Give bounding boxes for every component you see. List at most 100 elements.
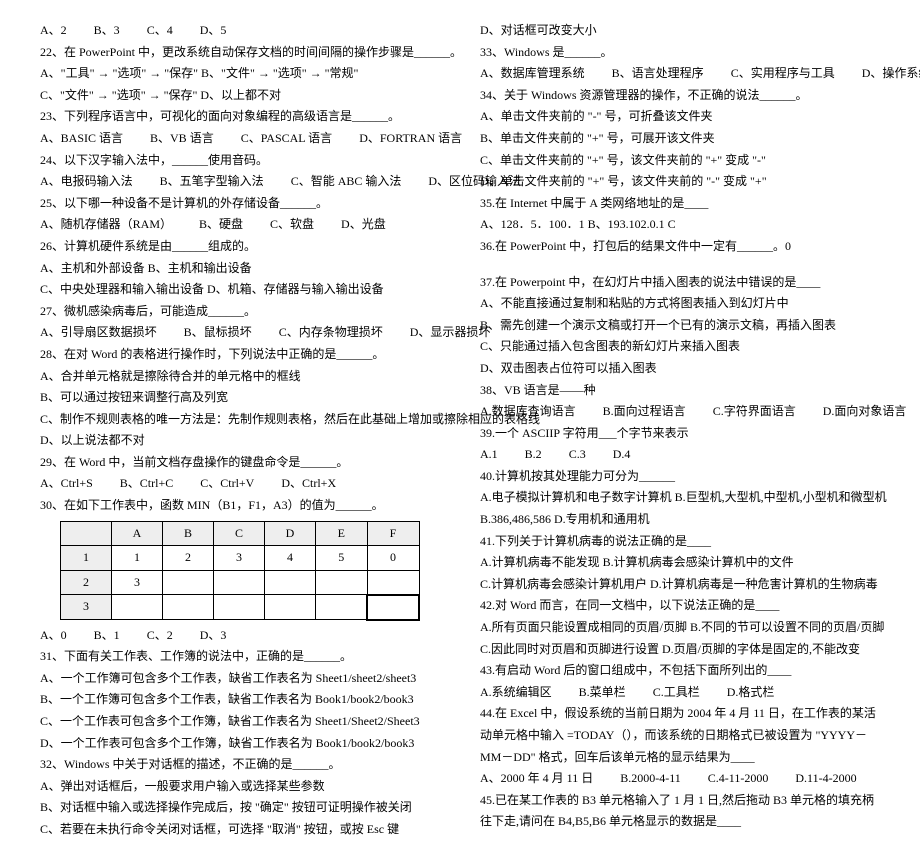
opt: B、3 (94, 20, 120, 42)
col-header: C (214, 521, 265, 546)
opt: C.字符界面语言 (713, 401, 796, 423)
opt: D、Ctrl+X (281, 473, 336, 495)
opt: A、2 (40, 20, 67, 42)
q37-b: B、需先创建一个演示文稿或打开一个已有的演示文稿，再插入图表 (480, 315, 880, 337)
cell (214, 595, 265, 620)
q29: 29、在 Word 中，当前文档存盘操作的键盘命令是______。 (40, 452, 440, 474)
q37: 37.在 Powerpoint 中，在幻灯片中插入图表的说法中错误的是____ (480, 272, 880, 294)
q24: 24、以下汉字输入法中，______使用音码。 (40, 150, 440, 172)
opt: B、Ctrl+C (120, 473, 173, 495)
opt: A、随机存储器（RAM） (40, 214, 172, 236)
cell (316, 595, 368, 620)
col-header: E (316, 521, 368, 546)
q35-a: A、128．5．100．1 B、193.102.0.1 C (480, 214, 880, 236)
cell (214, 570, 265, 595)
opt: B.2 (525, 444, 542, 466)
q35: 35.在 Internet 中属于 A 类网络地址的是____ (480, 193, 880, 215)
cell (163, 595, 214, 620)
opt: D、操作系统 (862, 63, 920, 85)
opt: C、2 (147, 625, 173, 647)
opt: D.面向对象语言 (823, 401, 907, 423)
opt: B.面向过程语言 (603, 401, 686, 423)
q26-cd: C、中央处理器和输入输出设备 D、机箱、存储器与输入输出设备 (40, 279, 440, 301)
q32-c: C、若要在未执行命令关闭对话框，可选择 "取消" 按钮，或按 Esc 键 (40, 819, 440, 841)
cell (163, 570, 214, 595)
opt: B、语言处理程序 (612, 63, 704, 85)
opt: C、PASCAL 语言 (241, 128, 332, 150)
q21-options: A、2 B、3 C、4 D、5 (40, 20, 440, 42)
q42: 42.对 Word 而言，在同一文档中，以下说法正确的是____ (480, 595, 880, 617)
q40-cd: B.386,486,586 D.专用机和通用机 (480, 509, 880, 531)
opt: A、引导扇区数据损坏 (40, 322, 157, 344)
q34-c: C、单击文件夹前的 "+" 号，该文件夹前的 "+" 变成 "-" (480, 150, 880, 172)
q31-d: D、一个工作表可包含多个工作簿，缺省工作表名为 Book1/book2/book… (40, 733, 440, 755)
q37-a: A、不能直接通过复制和粘贴的方式将图表插入到幻灯片中 (480, 293, 880, 315)
q31-b: B、一个工作簿可包含多个工作表，缺省工作表名为 Book1/book2/book… (40, 689, 440, 711)
q27-options: A、引导扇区数据损坏 B、鼠标损坏 C、内存条物理损坏 D、显示器损坏 (40, 322, 440, 344)
cell: 4 (265, 546, 316, 571)
q38-options: A.数据库查询语言 B.面向过程语言 C.字符界面语言 D.面向对象语言 (480, 401, 880, 423)
q43: 43.有启动 Word 后的窗口组成中，不包括下面所列出的____ (480, 660, 880, 682)
q31-a: A、一个工作簿可包含多个工作表，缺省工作表名为 Sheet1/sheet2/sh… (40, 668, 440, 690)
q25-options: A、随机存储器（RAM） B、硬盘 C、软盘 D、光盘 (40, 214, 440, 236)
opt: C.3 (569, 444, 586, 466)
q33: 33、Windows 是______。 (480, 42, 880, 64)
opt: B、鼠标损坏 (184, 322, 252, 344)
q23-options: A、BASIC 语言 B、VB 语言 C、PASCAL 语言 D、FORTRAN… (40, 128, 440, 150)
q26: 26、计算机硬件系统是由______组成的。 (40, 236, 440, 258)
q36: 36.在 PowerPoint 中，打包后的结果文件中一定有______。0 (480, 236, 880, 258)
q22-opt-ab: A、"工具" → "选项" → "保存" B、"文件" → "选项" → "常规… (40, 63, 440, 85)
opt: D.格式栏 (727, 682, 775, 704)
q26-ab: A、主机和外部设备 B、主机和输出设备 (40, 258, 440, 280)
q44: 44.在 Excel 中，假设系统的当前日期为 2004 年 4 月 11 日，… (480, 703, 880, 768)
q22: 22、在 PowerPoint 中，更改系统自动保存文档的时间间隔的操作步骤是_… (40, 42, 440, 64)
q31-c: C、一个工作表可包含多个工作簿，缺省工作表名为 Sheet1/Sheet2/Sh… (40, 711, 440, 733)
opt: D、显示器损坏 (410, 322, 491, 344)
q37-c: C、只能通过插入包含图表的新幻灯片来插入图表 (480, 336, 880, 358)
opt: C.工具栏 (653, 682, 700, 704)
opt: A.1 (480, 444, 498, 466)
row-header: 1 (61, 546, 112, 571)
q45: 45.已在某工作表的 B3 单元格输入了 1 月 1 日,然后拖动 B3 单元格… (480, 790, 880, 833)
corner-cell (61, 521, 112, 546)
cell: 3 (214, 546, 265, 571)
opt: D.11-4-2000 (795, 768, 856, 790)
left-column: A、2 B、3 C、4 D、5 22、在 PowerPoint 中，更改系统自动… (40, 20, 440, 840)
cell: 0 (367, 546, 419, 571)
q28-a: A、合并单元格就是擦除待合并的单元格中的框线 (40, 366, 440, 388)
q25: 25、以下哪一种设备不是计算机的外存储设备______。 (40, 193, 440, 215)
opt: A、数据库管理系统 (480, 63, 585, 85)
q34-d: D、单击文件夹前的 "+" 号，该文件夹前的 "-" 变成 "+" (480, 171, 880, 193)
col-header: B (163, 521, 214, 546)
opt: A、Ctrl+S (40, 473, 93, 495)
opt: A、电报码输入法 (40, 171, 133, 193)
q28-b: B、可以通过按钮来调整行高及列宽 (40, 387, 440, 409)
q27: 27、微机感染病毒后，可能造成______。 (40, 301, 440, 323)
q34-a: A、单击文件夹前的 "-" 号，可折叠该文件夹 (480, 106, 880, 128)
q30-options: A、0 B、1 C、2 D、3 (40, 625, 440, 647)
cell (112, 595, 163, 620)
spacer (480, 258, 880, 272)
q39-options: A.1 B.2 C.3 D.4 (480, 444, 880, 466)
q37-d: D、双击图表占位符可以插入图表 (480, 358, 880, 380)
q22-opt-cd: C、"文件" → "选项" → "保存" D、以上都不对 (40, 85, 440, 107)
q28-c: C、制作不规则表格的唯一方法是：先制作规则表格，然后在此基础上增加或擦除相应的表… (40, 409, 440, 431)
cell (367, 570, 419, 595)
q32: 32、Windows 中关于对话框的描述，不正确的是______。 (40, 754, 440, 776)
opt: C、Ctrl+V (200, 473, 254, 495)
q34: 34、关于 Windows 资源管理器的操作，不正确的说法______。 (480, 85, 880, 107)
q41-cd: C.计算机病毒会感染计算机用户 D.计算机病毒是一种危害计算机的生物病毒 (480, 574, 880, 596)
opt: B、硬盘 (199, 214, 243, 236)
opt: B、VB 语言 (150, 128, 214, 150)
q32-b: B、对话框中输入或选择操作完成后，按 "确定" 按钮可证明操作被关闭 (40, 797, 440, 819)
q39: 39.一个 ASCIIP 字符用___个字节来表示 (480, 423, 880, 445)
opt: D、5 (200, 20, 227, 42)
opt: C、4 (147, 20, 173, 42)
q30: 30、在如下工作表中，函数 MIN（B1，F1，A3）的值为______。 (40, 495, 440, 517)
q43-options: A.系统编辑区 B.菜单栏 C.工具栏 D.格式栏 (480, 682, 880, 704)
opt: A、0 (40, 625, 67, 647)
q32-a: A、弹出对话框后，一般要求用户输入或选择某些参数 (40, 776, 440, 798)
q32-d: D、对话框可改变大小 (480, 20, 880, 42)
q38: 38、VB 语言是——种 (480, 380, 880, 402)
col-header: A (112, 521, 163, 546)
